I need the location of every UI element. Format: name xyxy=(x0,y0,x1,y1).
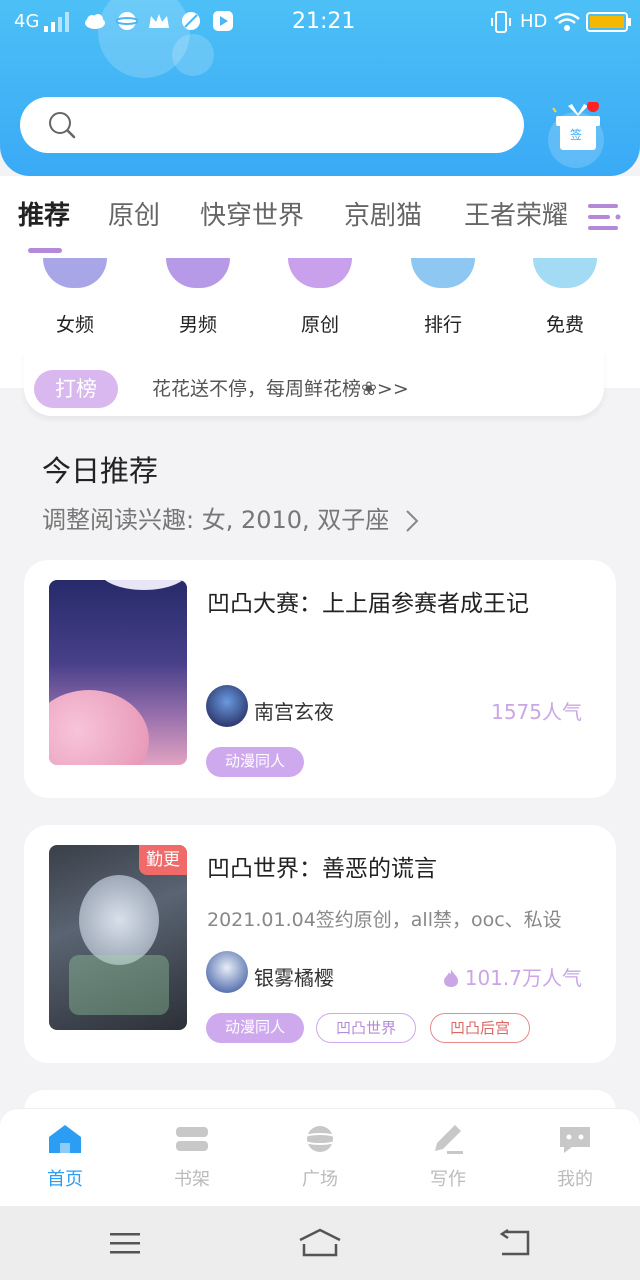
search-icon xyxy=(49,112,76,139)
tab-original[interactable]: 原创 xyxy=(108,198,160,234)
art-icon xyxy=(182,12,200,30)
category-ranking-label: 排行 xyxy=(423,314,462,336)
topic-tag[interactable]: 凹凸后宫 xyxy=(430,1013,530,1043)
signal-icon xyxy=(44,12,69,32)
category-ranking[interactable]: 排行 xyxy=(398,258,488,337)
flame-icon xyxy=(443,969,458,987)
bottom-nav: 首页 书架 广场 写作 我的 xyxy=(0,1108,640,1206)
category-male-icon xyxy=(166,258,230,288)
cloud-icon xyxy=(85,14,105,29)
chat-bubble-icon xyxy=(560,1127,590,1153)
category-free-icon xyxy=(533,258,597,288)
wifi-icon xyxy=(554,12,580,31)
popularity-count: 101.7万人气 xyxy=(443,962,582,991)
home-icon xyxy=(49,1125,81,1153)
search-input[interactable] xyxy=(88,107,508,143)
cover-title-art xyxy=(69,955,169,1015)
checkin-label: 签 xyxy=(570,128,583,142)
category-ranking-icon xyxy=(411,258,475,288)
tab-opera-cat[interactable]: 京剧猫 xyxy=(344,198,422,234)
ranking-text: 花花送不停，每周鲜花榜❀>> xyxy=(152,378,409,400)
battery-icon xyxy=(586,12,631,32)
planet-icon xyxy=(301,1126,339,1152)
nav-home-label: 首页 xyxy=(47,1169,83,1190)
hd-label: HD xyxy=(520,11,548,32)
category-original-icon xyxy=(288,258,352,288)
reading-interest-text: 调整阅读兴趣: 女, 2010, 双子座 xyxy=(42,506,390,534)
cover-figure xyxy=(79,875,159,965)
back-icon[interactable] xyxy=(498,1228,532,1258)
genre-tag[interactable]: 动漫同人 xyxy=(206,1013,304,1043)
reading-interest-link[interactable]: 调整阅读兴趣: 女, 2010, 双子座 xyxy=(42,500,419,535)
category-original-label: 原创 xyxy=(300,314,339,336)
category-female-label: 女频 xyxy=(55,314,94,336)
tab-quick-travel[interactable]: 快穿世界 xyxy=(200,198,304,234)
chevron-right-icon xyxy=(406,510,419,532)
author-avatar xyxy=(206,951,248,993)
category-male[interactable]: 男频 xyxy=(153,258,243,337)
book-card[interactable]: 勤更 凹凸世界：善恶的谎言 2021.01.04签约原创，all禁，ooc、私设… xyxy=(24,825,616,1063)
pen-icon xyxy=(435,1125,463,1154)
status-bar: 4G 21:21 HD xyxy=(0,0,640,44)
category-tabs: 推荐 原创 快穿世界 京剧猫 王者荣耀 xyxy=(0,176,640,258)
home-button-icon[interactable] xyxy=(298,1228,342,1258)
category-free-label: 免费 xyxy=(545,314,584,336)
cover-cloud xyxy=(49,690,149,765)
checkin-gift-button[interactable]: 签 xyxy=(544,96,608,166)
flower-ranking-banner[interactable]: 打榜 花花送不停，每周鲜花榜❀>> xyxy=(24,352,604,416)
book-title: 凹凸世界：善恶的谎言 xyxy=(207,856,437,882)
nav-write[interactable]: 写作 xyxy=(403,1123,493,1191)
author-avatar xyxy=(206,685,248,727)
category-female[interactable]: 女频 xyxy=(30,258,120,337)
category-free[interactable]: 免费 xyxy=(520,258,610,337)
clock: 21:21 xyxy=(292,9,356,34)
nav-mine[interactable]: 我的 xyxy=(530,1123,620,1191)
crown-icon xyxy=(149,14,169,28)
planet-icon xyxy=(116,12,138,30)
video-icon xyxy=(213,11,233,31)
network-label: 4G xyxy=(14,11,40,32)
author-name: 银雾橘樱 xyxy=(254,966,334,990)
category-female-icon xyxy=(43,258,107,288)
system-nav-bar xyxy=(0,1206,640,1280)
section-title: 今日推荐 xyxy=(42,454,159,488)
search-bar[interactable] xyxy=(20,97,524,153)
vibrate-icon xyxy=(491,11,511,33)
topic-tag[interactable]: 凹凸世界 xyxy=(316,1013,416,1043)
nav-bookshelf-label: 书架 xyxy=(174,1169,210,1190)
popularity-value: 101.7万人气 xyxy=(464,966,582,990)
category-original[interactable]: 原创 xyxy=(275,258,365,337)
category-male-label: 男频 xyxy=(178,314,217,336)
genre-tag[interactable]: 动漫同人 xyxy=(206,747,304,777)
active-tab-indicator xyxy=(28,248,62,253)
bookshelf-icon xyxy=(176,1127,208,1151)
book-card[interactable]: 凹凸大赛：上上届参赛者成王记 南宫玄夜 1575人气 动漫同人 xyxy=(24,560,616,798)
book-cover xyxy=(49,580,187,765)
update-ribbon: 勤更 xyxy=(139,845,187,875)
nav-write-label: 写作 xyxy=(430,1169,466,1190)
author-name: 南宫玄夜 xyxy=(254,700,334,724)
cover-moon xyxy=(99,580,187,590)
nav-square-label: 广场 xyxy=(302,1169,338,1190)
nav-square[interactable]: 广场 xyxy=(275,1123,365,1191)
ranking-badge: 打榜 xyxy=(34,370,118,408)
tab-recommend[interactable]: 推荐 xyxy=(18,198,70,234)
menu-icon[interactable] xyxy=(108,1230,142,1256)
nav-mine-label: 我的 xyxy=(557,1169,593,1190)
menu-icon[interactable] xyxy=(588,202,622,232)
book-title: 凹凸大赛：上上届参赛者成王记 xyxy=(207,591,529,617)
tab-honor-of-kings[interactable]: 王者荣耀 xyxy=(464,198,572,234)
book-description: 2021.01.04签约原创，all禁，ooc、私设 xyxy=(207,909,562,931)
nav-bookshelf[interactable]: 书架 xyxy=(147,1123,237,1191)
book-cover: 勤更 xyxy=(49,845,187,1030)
popularity-count: 1575人气 xyxy=(491,700,582,724)
nav-home[interactable]: 首页 xyxy=(20,1123,110,1191)
